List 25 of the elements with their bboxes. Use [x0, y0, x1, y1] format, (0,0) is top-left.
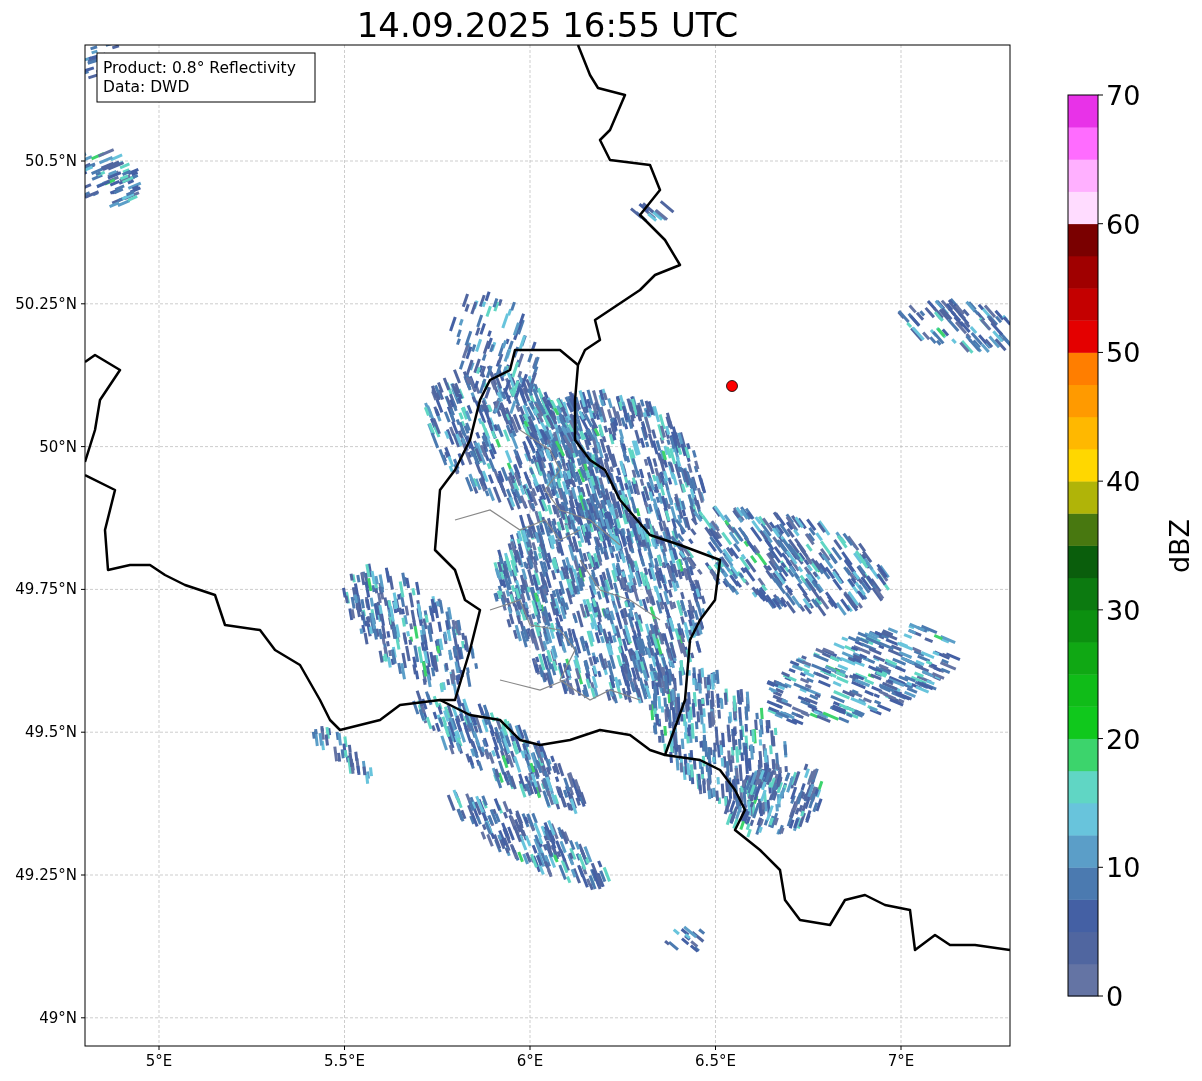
latitude-label: 50°N — [39, 437, 77, 456]
colorbar-label: dBZ — [1164, 518, 1195, 574]
colorbar-tick-label: 40 — [1106, 466, 1141, 498]
colorbar-tick-label: 50 — [1106, 337, 1141, 369]
chart-title: 14.09.2025 16:55 UTC — [356, 5, 739, 45]
longitude-label: 7°E — [887, 1052, 915, 1070]
colorbar-tick-label: 70 — [1106, 80, 1141, 111]
latitude-label: 49.75°N — [15, 580, 77, 599]
legend-text: Product: 0.8° Reflectivity — [103, 59, 296, 77]
colorbar-tick-label: 60 — [1106, 208, 1141, 240]
latitude-label: 50.25°N — [15, 294, 77, 313]
latitude-label: 50.5°N — [24, 152, 77, 170]
latitude-label: 49.5°N — [24, 723, 77, 742]
latitude-label: 49°N — [39, 1008, 77, 1027]
colorbar-tick-label: 30 — [1106, 594, 1141, 626]
colorbar-tick-label: 0 — [1106, 981, 1124, 1012]
colorbar-tick-label: 20 — [1106, 723, 1141, 755]
location-marker — [726, 380, 738, 392]
longitude-label: 6°E — [516, 1052, 544, 1070]
longitude-label: 6.5°E — [695, 1052, 736, 1070]
longitude-label: 5.5°E — [324, 1052, 365, 1070]
longitude-label: 5°E — [145, 1052, 173, 1070]
latitude-label: 49.25°N — [15, 866, 77, 884]
colorbar-tick-label: 10 — [1106, 852, 1141, 884]
legend-text: Data: DWD — [103, 78, 190, 96]
